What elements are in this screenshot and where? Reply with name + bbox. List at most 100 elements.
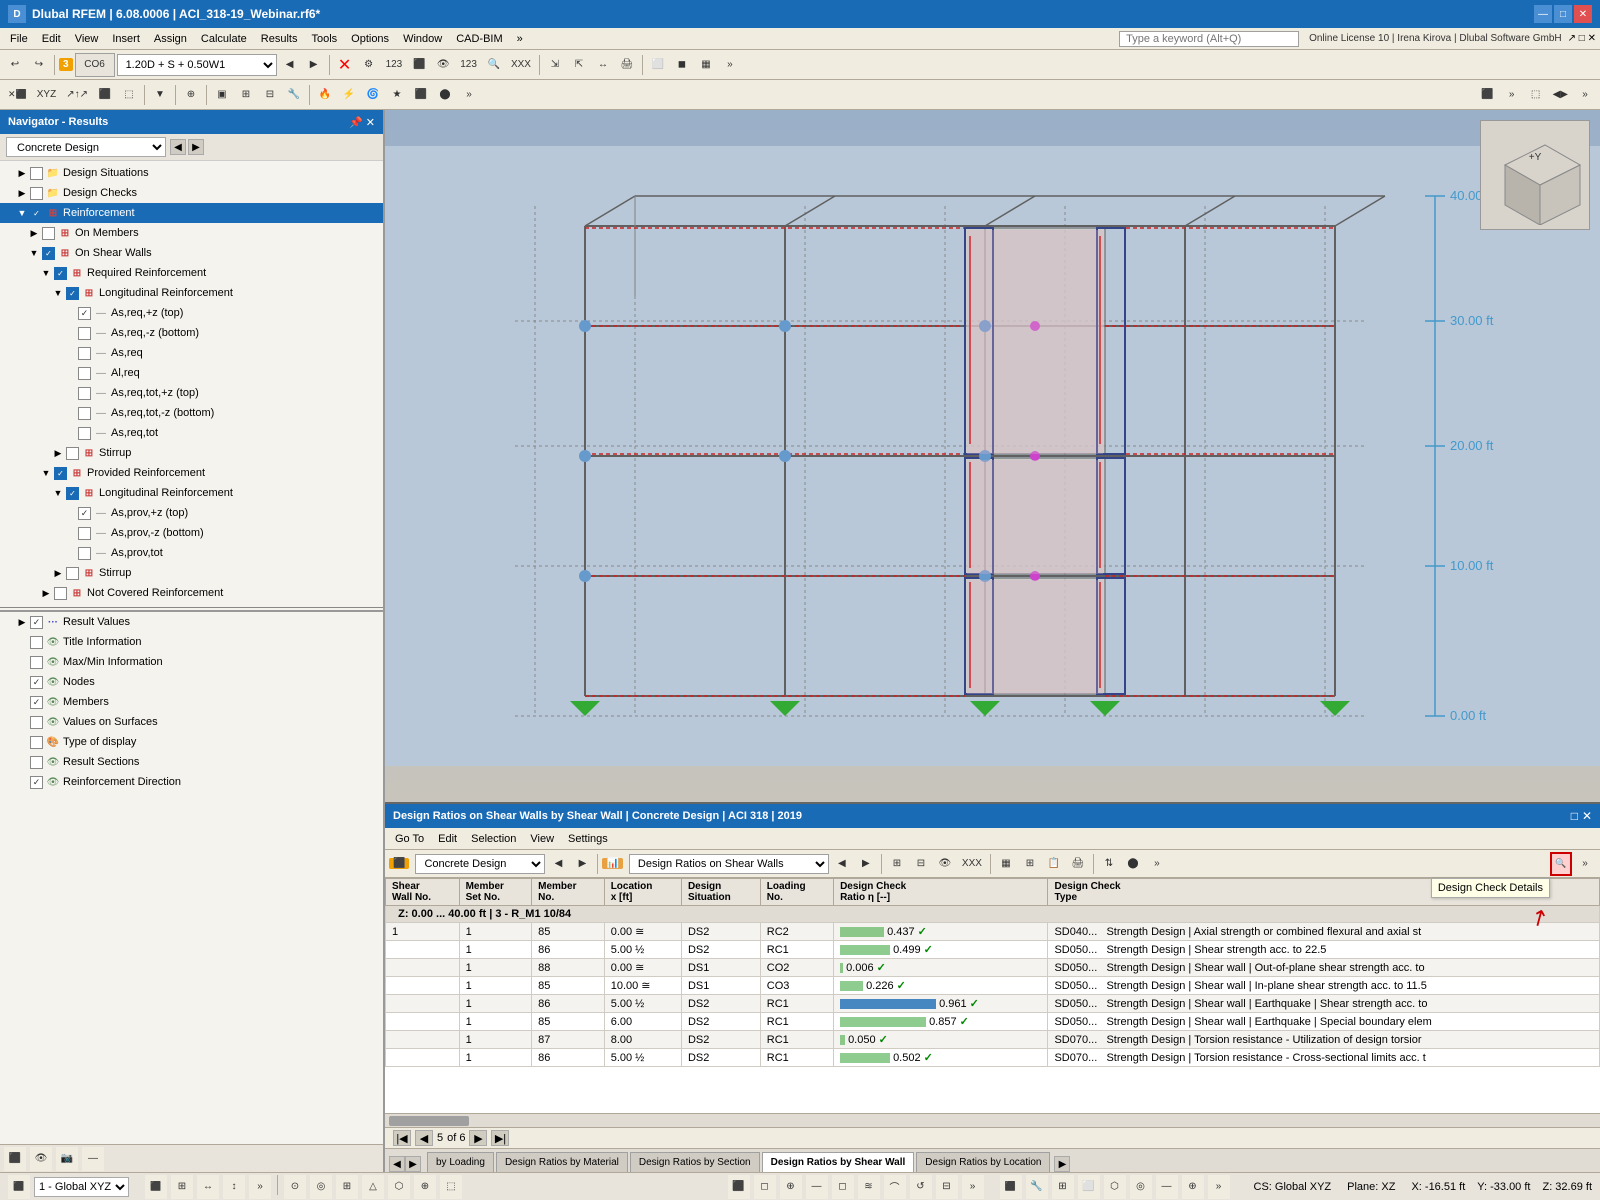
search-input[interactable] xyxy=(1119,31,1299,47)
tree-title-information[interactable]: ▶ 👁 Title Information xyxy=(0,632,383,652)
bp-tb-btn-10[interactable]: ⬤ xyxy=(1122,852,1144,876)
tree-stirrup-req[interactable]: ▶ ⊞ Stirrup xyxy=(0,443,383,463)
sb-icon-11[interactable]: ⊕ xyxy=(414,1175,436,1199)
bp-tb-btn-2[interactable]: ⊟ xyxy=(910,852,932,876)
tree-as-req-bottom[interactable]: ▶ — As,req,-z (bottom) xyxy=(0,323,383,343)
load-prev[interactable]: ◀ xyxy=(279,53,301,77)
tb-btn-4[interactable]: 👁 xyxy=(432,53,454,77)
design-check-details-button[interactable]: 🔍 xyxy=(1550,852,1572,876)
minimize-button[interactable]: — xyxy=(1534,5,1552,23)
tab-by-shear-wall[interactable]: Design Ratios by Shear Wall xyxy=(762,1152,915,1172)
tb-btn-5[interactable]: 123 xyxy=(456,53,481,77)
sb-icon-20[interactable]: ↺ xyxy=(910,1175,932,1199)
chk-members[interactable] xyxy=(30,696,43,709)
tb2-right-4[interactable]: ◀▶ xyxy=(1549,83,1572,107)
bp-restore-button[interactable]: □ xyxy=(1571,809,1578,823)
load-next[interactable]: ▶ xyxy=(303,53,325,77)
tb2-btn-11[interactable]: ★ xyxy=(386,83,408,107)
sb-icon-30[interactable]: ⊕ xyxy=(1182,1175,1204,1199)
tree-design-situations[interactable]: ▶ 📁 Design Situations xyxy=(0,163,383,183)
expand-on-shear-walls[interactable]: ▼ xyxy=(28,247,40,259)
sb-icon-16[interactable]: — xyxy=(806,1175,828,1199)
tb2-btn-6[interactable]: ⊞ xyxy=(235,83,257,107)
sb-icon-27[interactable]: ⬡ xyxy=(1104,1175,1126,1199)
bp-ratios-next[interactable]: ▶ xyxy=(855,852,877,876)
bp-tb-more[interactable]: » xyxy=(1574,852,1596,876)
tb2-right-1[interactable]: ⬛ xyxy=(1477,83,1499,107)
scrollbar-thumb[interactable] xyxy=(389,1116,469,1126)
tb2-btn-10[interactable]: 🌀 xyxy=(362,83,384,107)
chk-required-reinforcement[interactable] xyxy=(54,267,67,280)
tree-stirrup-prov[interactable]: ▶ ⊞ Stirrup xyxy=(0,563,383,583)
tree-max-min[interactable]: ▶ 👁 Max/Min Information xyxy=(0,652,383,672)
sb-icon-15[interactable]: ⊕ xyxy=(780,1175,802,1199)
chk-as-req-tot-bottom[interactable] xyxy=(78,407,91,420)
tb-btn-1[interactable]: ⚙ xyxy=(358,53,380,77)
sb-icon-31[interactable]: » xyxy=(1208,1175,1230,1199)
bp-tb-btn-9[interactable]: ⇅ xyxy=(1098,852,1120,876)
sb-icon-19[interactable]: ⌒ xyxy=(884,1175,906,1199)
tb2-btn-12[interactable]: ⬛ xyxy=(410,83,432,107)
bp-tb-btn-11[interactable]: » xyxy=(1146,852,1168,876)
coordinate-system-select[interactable]: 1 - Global XYZ xyxy=(34,1177,129,1197)
chk-nodes[interactable] xyxy=(30,676,43,689)
page-next[interactable]: ▶ xyxy=(469,1130,487,1146)
menu-edit[interactable]: Edit xyxy=(36,31,67,47)
nav-tb-1[interactable]: ⬛ xyxy=(4,1147,26,1171)
chk-reinforcement-direction[interactable] xyxy=(30,776,43,789)
nav-tb-3[interactable]: 📷 xyxy=(56,1147,78,1171)
menu-assign[interactable]: Assign xyxy=(148,31,193,47)
bp-tb-btn-4[interactable]: XXX xyxy=(958,852,986,876)
sb-icon-8[interactable]: ⊞ xyxy=(336,1175,358,1199)
chk-on-members[interactable] xyxy=(42,227,55,240)
tree-on-shear-walls[interactable]: ▼ ⊞ On Shear Walls xyxy=(0,243,383,263)
load-combo-select[interactable]: 1.20D + S + 0.50W1 xyxy=(117,54,277,76)
sb-icon-24[interactable]: 🔧 xyxy=(1026,1175,1048,1199)
tb2-btn-3[interactable]: ⬚ xyxy=(118,83,140,107)
page-prev[interactable]: ◀ xyxy=(415,1130,433,1146)
tree-al-req[interactable]: ▶ — Al,req xyxy=(0,363,383,383)
tb2-btn-1[interactable]: ✕⬛ xyxy=(4,83,31,107)
expand-long-rebar-prov[interactable]: ▼ xyxy=(52,487,64,499)
tb2-right-3[interactable]: ⬚ xyxy=(1525,83,1547,107)
chk-as-req[interactable] xyxy=(78,347,91,360)
tree-design-checks[interactable]: ▶ 📁 Design Checks xyxy=(0,183,383,203)
bp-close-button[interactable]: ✕ xyxy=(1582,809,1592,823)
tb-btn-6[interactable]: 🔍 xyxy=(483,53,505,77)
tab-scroll-right[interactable]: ▶ xyxy=(1054,1156,1070,1172)
close-button[interactable]: ✕ xyxy=(1574,5,1592,23)
status-icon-1[interactable]: ⬛ xyxy=(8,1175,30,1199)
tb2-btn-7[interactable]: ⊟ xyxy=(259,83,281,107)
chk-result-sections[interactable] xyxy=(30,756,43,769)
sb-icon-23[interactable]: ⬛ xyxy=(1000,1175,1022,1199)
chk-al-req[interactable] xyxy=(78,367,91,380)
sb-icon-9[interactable]: △ xyxy=(362,1175,384,1199)
expand-stirrup-prov[interactable]: ▶ xyxy=(52,567,64,579)
sb-icon-28[interactable]: ◎ xyxy=(1130,1175,1152,1199)
chk-not-covered[interactable] xyxy=(54,587,67,600)
menu-insert[interactable]: Insert xyxy=(106,31,146,47)
sb-icon-2[interactable]: ⊞ xyxy=(171,1175,193,1199)
combo-co6[interactable]: CO6 xyxy=(75,53,115,77)
tb2-btn-5[interactable]: ▣ xyxy=(211,83,233,107)
bp-tb-btn-3[interactable]: 👁 xyxy=(934,852,956,876)
horizontal-scrollbar[interactable] xyxy=(385,1113,1600,1127)
tb-btn-10[interactable]: ↔ xyxy=(592,53,614,77)
tb2-more[interactable]: » xyxy=(458,83,480,107)
table-row[interactable]: 1 86 5.00 ½ DS2 RC1 0.502 ✓ xyxy=(386,1049,1600,1067)
sb-icon-10[interactable]: ⬡ xyxy=(388,1175,410,1199)
menu-window[interactable]: Window xyxy=(397,31,448,47)
menu-more[interactable]: » xyxy=(511,31,529,47)
chk-values-on-surfaces[interactable] xyxy=(30,716,43,729)
chk-provided-reinforcement[interactable] xyxy=(54,467,67,480)
tb-btn-12[interactable]: ⬜ xyxy=(647,53,669,77)
tb-btn-7[interactable]: XXX xyxy=(507,53,535,77)
tree-result-values[interactable]: ▶ ··· Result Values xyxy=(0,612,383,632)
tb-btn-9[interactable]: ⇱ xyxy=(568,53,590,77)
nav-tb-4[interactable]: — xyxy=(82,1147,104,1171)
bp-dropdown-ratios[interactable]: Design Ratios on Shear Walls xyxy=(629,854,829,874)
bp-menu-view[interactable]: View xyxy=(524,831,560,847)
tree-as-req[interactable]: ▶ — As,req xyxy=(0,343,383,363)
tree-as-prov-bottom[interactable]: ▶ — As,prov,-z (bottom) xyxy=(0,523,383,543)
sb-icon-13[interactable]: ⬛ xyxy=(728,1175,750,1199)
